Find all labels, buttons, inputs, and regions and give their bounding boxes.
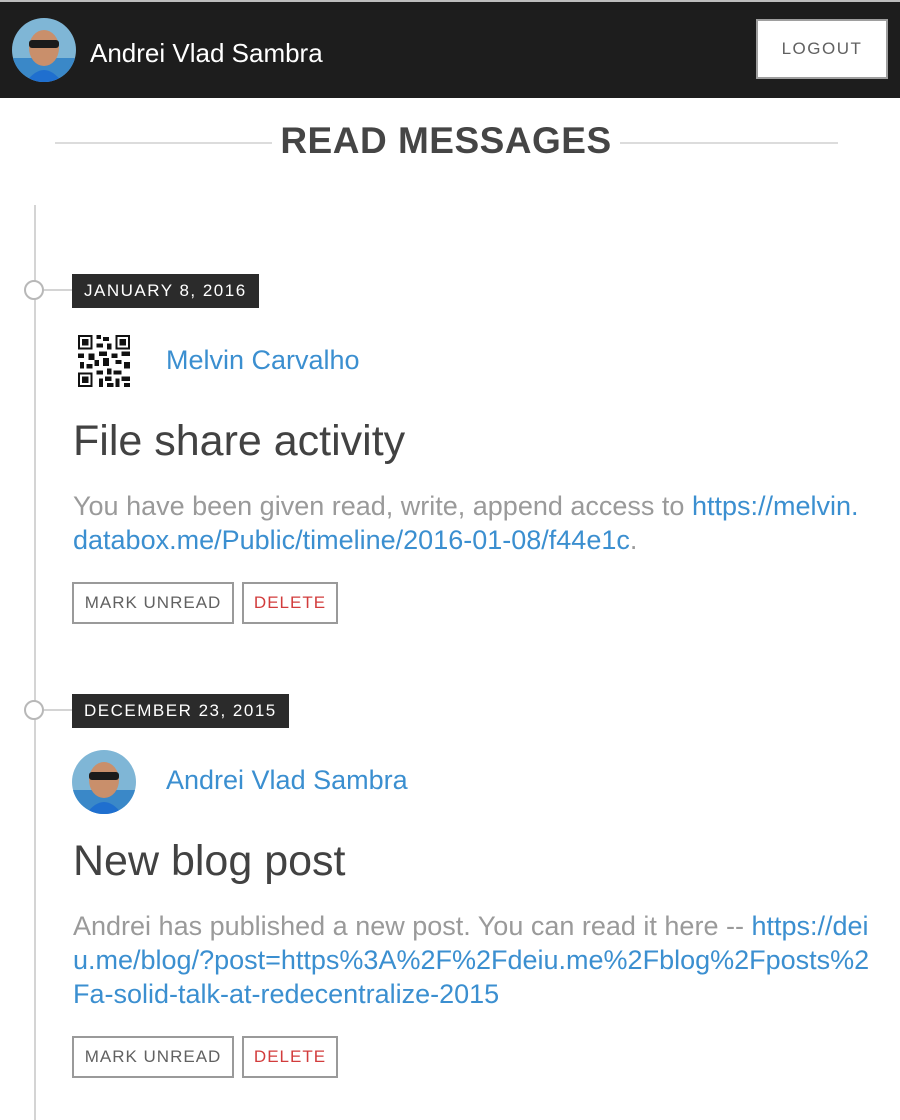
- logout-button[interactable]: LOGOUT: [756, 19, 888, 79]
- message-title: File share activity: [73, 417, 406, 465]
- message-body: You have been given read, write, append …: [73, 489, 873, 557]
- page-title: READ MESSAGES: [280, 120, 612, 161]
- message-body-text: You have been given read, write, append …: [73, 491, 692, 521]
- message-body: Andrei has published a new post. You can…: [73, 909, 873, 1011]
- message-title: New blog post: [73, 837, 346, 885]
- sender-avatar: [72, 750, 136, 814]
- message-body-text: Andrei has published a new post. You can…: [73, 911, 752, 941]
- qr-code-icon: [78, 335, 130, 387]
- mark-unread-button[interactable]: MARK UNREAD: [72, 1036, 234, 1078]
- delete-button[interactable]: DELETE: [242, 1036, 338, 1078]
- top-bar: Andrei Vlad Sambra LOGOUT: [0, 0, 900, 98]
- sender-name-link[interactable]: Melvin Carvalho: [166, 343, 360, 377]
- user-name: Andrei Vlad Sambra: [90, 38, 323, 68]
- message-body-suffix: .: [629, 525, 638, 555]
- timeline-dot: [24, 280, 44, 300]
- user-avatar[interactable]: [12, 18, 76, 82]
- timeline-connector: [44, 709, 72, 711]
- timeline-line: [34, 205, 36, 1120]
- heading-divider-left: [55, 142, 272, 144]
- mark-unread-button[interactable]: MARK UNREAD: [72, 582, 234, 624]
- sender-name-link[interactable]: Andrei Vlad Sambra: [166, 763, 408, 797]
- date-badge: DECEMBER 23, 2015: [72, 694, 289, 728]
- date-badge: JANUARY 8, 2016: [72, 274, 259, 308]
- timeline-connector: [44, 289, 72, 291]
- heading-divider-right: [620, 142, 838, 144]
- delete-button[interactable]: DELETE: [242, 582, 338, 624]
- timeline-dot: [24, 700, 44, 720]
